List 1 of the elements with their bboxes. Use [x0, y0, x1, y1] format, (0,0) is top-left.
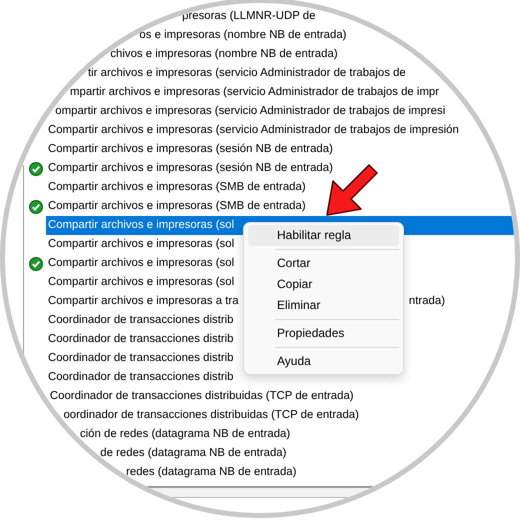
rule-text: ntrada)	[408, 294, 445, 309]
